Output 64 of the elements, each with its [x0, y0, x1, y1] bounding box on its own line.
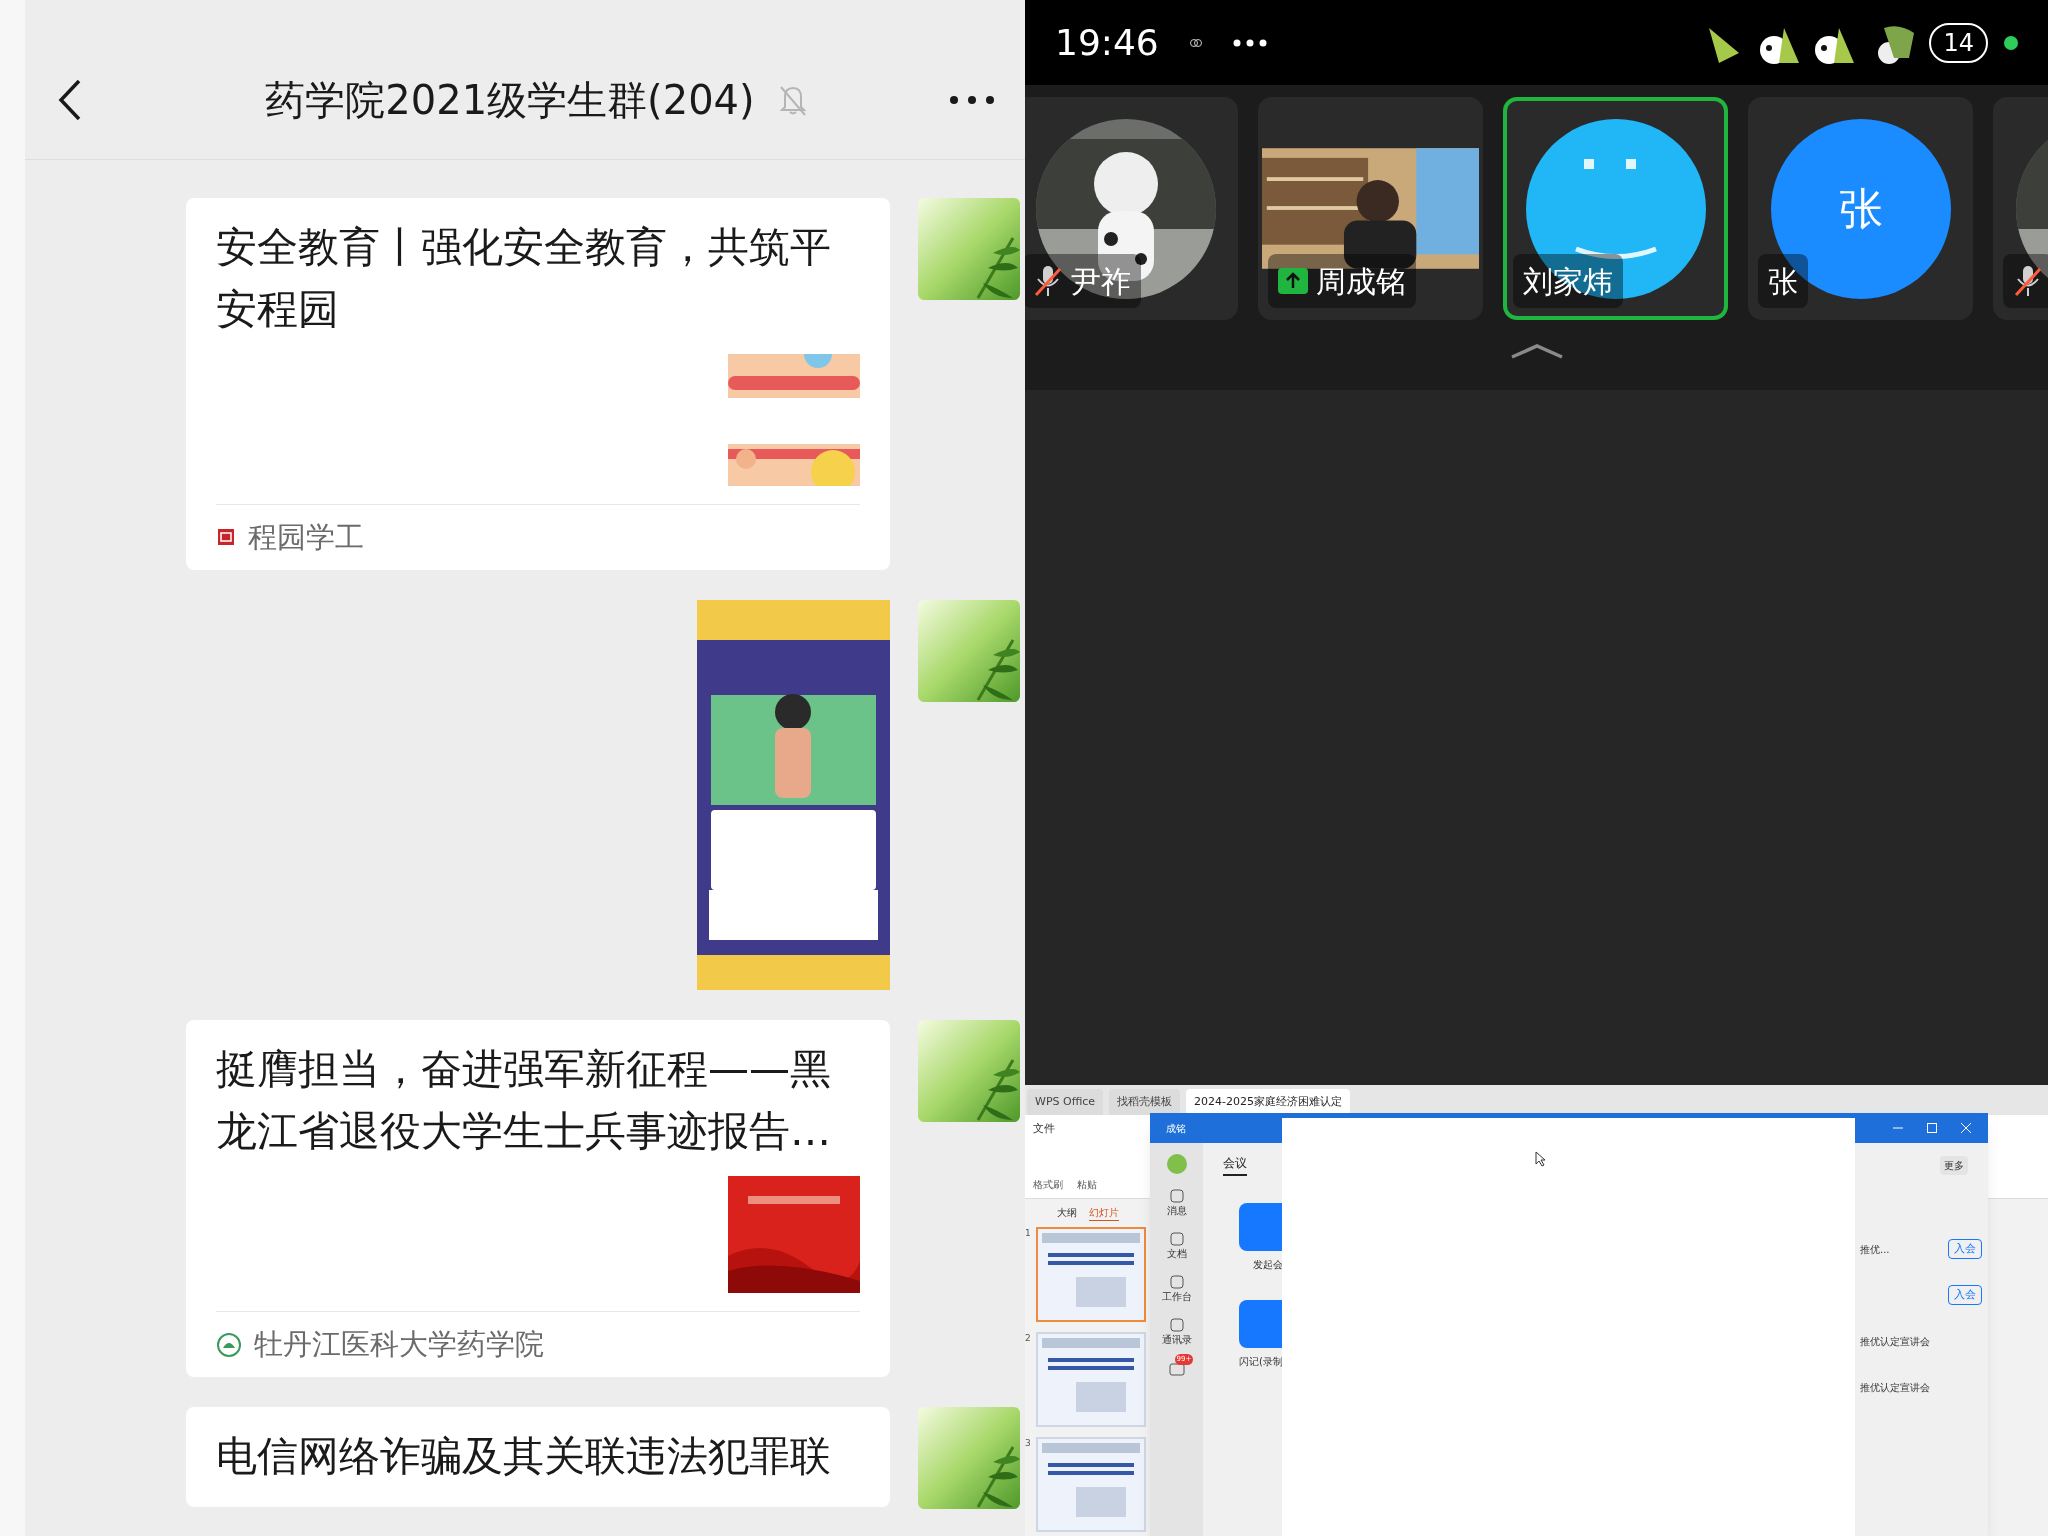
- nav-item[interactable]: 工作台: [1161, 1289, 1192, 1304]
- close-icon[interactable]: [1960, 1122, 1972, 1134]
- slide-thumbnail[interactable]: [1036, 1227, 1146, 1322]
- more-icon[interactable]: [1232, 38, 1267, 47]
- article-title: 挺膺担当，奋进强军新征程——黑龙江省退役大学生士兵事迹报告…: [216, 1044, 832, 1157]
- article-title: 安全教育丨强化安全教育，共筑平安程园: [216, 222, 832, 335]
- action-label: 发起会: [1253, 1258, 1283, 1272]
- meeting-title: 推优认定宣讲会: [1860, 1334, 1930, 1349]
- app-tab[interactable]: WPS Office: [1027, 1089, 1104, 1115]
- link-icon: [1188, 37, 1203, 48]
- window-title: 成铭: [1166, 1121, 1186, 1136]
- source-name: 牡丹江医科大学药学院: [254, 1325, 544, 1363]
- app-tab[interactable]: 2024-2025家庭经济困难认定: [1186, 1089, 1351, 1115]
- action-tile[interactable]: [1239, 1203, 1283, 1251]
- panel-tab[interactable]: 大纲: [1056, 1205, 1077, 1221]
- status-time: 19:46: [1055, 20, 1159, 65]
- action-tile[interactable]: [1239, 1300, 1283, 1348]
- dialog-tab[interactable]: 会议: [1223, 1154, 1247, 1176]
- participant-name: 张: [1768, 262, 1798, 301]
- battery-level: 14: [1929, 22, 1988, 63]
- slide-number: 1: [1025, 1227, 1032, 1240]
- participant-tile[interactable]: 周成铭: [1258, 97, 1483, 320]
- article-title: 电信网络诈骗及其关联违法犯罪联: [216, 1431, 832, 1482]
- nav-icon[interactable]: [1169, 1189, 1184, 1203]
- meeting-title: 推优认定宣讲会: [1860, 1380, 1930, 1395]
- chat-title: 药学院2021级学生群(204): [265, 75, 755, 125]
- participant-name: 周成铭: [1316, 262, 1406, 301]
- menu-item[interactable]: 文件: [1033, 1120, 1055, 1138]
- more-icon[interactable]: [949, 94, 995, 105]
- nav-item[interactable]: 通讯录: [1161, 1332, 1192, 1347]
- participant-tile[interactable]: 张 张: [1748, 97, 1973, 320]
- logo-icon: [1165, 1153, 1188, 1175]
- cursor-icon: [1535, 1151, 1547, 1167]
- toolbar-button[interactable]: 格式刷: [1033, 1177, 1063, 1192]
- more-button[interactable]: 更多: [1940, 1155, 1968, 1175]
- slide-thumbnail[interactable]: [1036, 1437, 1146, 1532]
- slide-number: 3: [1025, 1437, 1032, 1450]
- action-label: 闪记(录制: [1239, 1355, 1283, 1369]
- collapse-icon[interactable]: [1508, 342, 1565, 360]
- maximize-icon[interactable]: [1926, 1122, 1938, 1134]
- app-tab[interactable]: 找稻壳模板: [1109, 1089, 1181, 1115]
- mail-icon[interactable]: [1168, 1361, 1185, 1377]
- nav-icon[interactable]: [1169, 1232, 1184, 1246]
- participant-name: 尹祚: [1071, 262, 1131, 301]
- nav-icon[interactable]: [1169, 1275, 1184, 1289]
- article-card[interactable]: 安全教育丨强化安全教育，共筑平安程园 程园学工: [186, 198, 890, 570]
- nav-icon[interactable]: [1169, 1318, 1184, 1332]
- source-name: 程园学工: [248, 518, 364, 556]
- participant-tile[interactable]: 刘家炜: [1503, 97, 1728, 320]
- status-dot-icon: [2004, 35, 2018, 50]
- slide-thumbnail[interactable]: [1036, 1332, 1146, 1427]
- slide-number: 2: [1025, 1332, 1032, 1345]
- panel-tab[interactable]: 幻灯片: [1088, 1205, 1119, 1221]
- meeting-title: 推优...: [1860, 1242, 1890, 1257]
- participant-tile[interactable]: 尹祚: [1025, 97, 1238, 320]
- toolbar-button[interactable]: 粘贴: [1077, 1177, 1097, 1192]
- nav-item[interactable]: 消息: [1166, 1203, 1187, 1218]
- article-card[interactable]: 挺膺担当，奋进强军新征程——黑龙江省退役大学生士兵事迹报告… 牡丹江医科大学药学院: [186, 1020, 890, 1377]
- join-button[interactable]: 入会: [1948, 1284, 1982, 1306]
- emblem-icon: [216, 1331, 242, 1358]
- participant-name: 刘家炜: [1523, 262, 1613, 301]
- nav-item[interactable]: 文档: [1166, 1246, 1187, 1261]
- join-button[interactable]: 入会: [1948, 1238, 1982, 1260]
- article-card[interactable]: 电信网络诈骗及其关联违法犯罪联: [186, 1407, 890, 1507]
